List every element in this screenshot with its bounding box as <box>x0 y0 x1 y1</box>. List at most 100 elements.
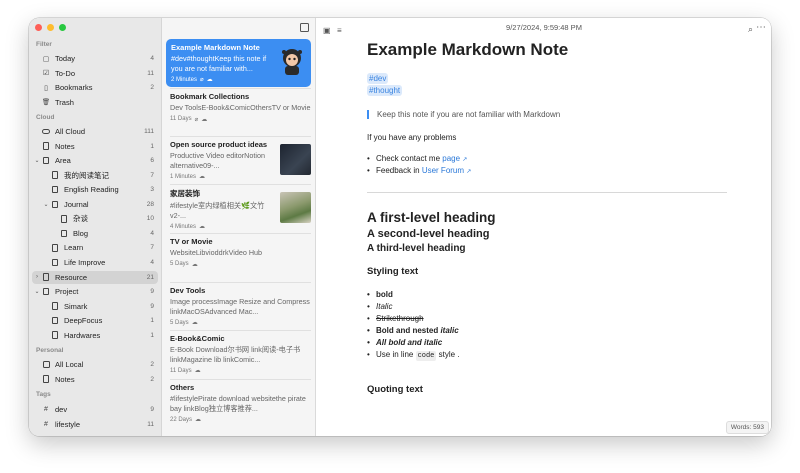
note-list-item[interactable]: Bookmark Collections Dev ToolsE-Book&Comi… <box>170 92 311 123</box>
sidebar-item-deepfocus[interactable]: DeepFocus 1 <box>32 314 158 327</box>
search-icon[interactable]: ⌕ <box>748 24 753 35</box>
note-time: 11 Days <box>170 367 192 374</box>
sidebar-item-notes[interactable]: Notes 2 <box>32 373 158 386</box>
sidebar-item-label: To-Do <box>55 68 76 78</box>
sidebar-item-item[interactable]: 我的阅读笔记 7 <box>32 169 158 182</box>
inline-code: code <box>415 351 437 361</box>
pin-icon: ⌀ <box>194 116 199 123</box>
note-list: Example Markdown Note #dev#thoughtKeep th… <box>162 18 316 436</box>
note-list-item[interactable]: E-Book&Comic E-Book Download尔书网 link阅读-电子… <box>170 334 311 374</box>
app-window: Filter ▢ Today 4 ☑ To-Do 11 ▯ Bookmarks 2 🗑 Trash … <box>29 18 771 436</box>
note-time: 4 Minutes <box>170 223 197 230</box>
note-list-item[interactable]: Dev Tools Image processImage Resize and C… <box>170 286 311 326</box>
chevron-down-icon[interactable]: ⌄ <box>34 288 40 295</box>
sidebar-item-area[interactable]: ⌄ Area 6 <box>32 154 158 167</box>
sidebar-item-lifestyle[interactable]: # lifestyle 11 <box>32 418 158 431</box>
sidebar-item-label: Blog <box>73 228 89 238</box>
sidebar-item-label: Bookmarks <box>55 83 93 92</box>
list-divider <box>170 282 311 283</box>
tag-dev[interactable]: #dev <box>367 73 389 84</box>
document[interactable]: Example Markdown Note #dev #thought Keep… <box>367 40 727 395</box>
sidebar-item-count: 6 <box>150 157 154 165</box>
sidebar-item-label: dev <box>55 405 68 414</box>
note-title: E-Book&Comic <box>170 334 225 343</box>
sidebar-item-journal[interactable]: ⌄ Journal 28 <box>32 198 158 211</box>
sidebar-item-count: 28 <box>146 200 154 208</box>
minimize-window-button[interactable] <box>47 24 54 31</box>
note-list-item[interactable]: TV or Movie WebsiteLibvioddrkVideo Hub 5 D… <box>170 237 311 268</box>
sidebar-item-label: Simark <box>64 301 88 311</box>
heading-1: A first-level heading <box>367 210 496 225</box>
checkbox-icon: ☑ <box>42 70 50 77</box>
sidebar-item-label: Learn <box>64 243 84 253</box>
user-forum-link[interactable]: User Forum <box>422 166 464 175</box>
sidebar-item-simark[interactable]: Simark 9 <box>32 300 158 313</box>
note-title: Example Markdown Note <box>367 40 569 59</box>
note-list-item[interactable]: Open source product ideas Productive Vide… <box>170 140 311 180</box>
bold-item: bold <box>367 290 727 299</box>
cloud-sync-icon: ☁ <box>191 320 198 326</box>
note-summary: Image processImage Resize and Compress l… <box>170 297 310 316</box>
contact-item: Check contact me page ↗ <box>367 154 727 163</box>
list-divider <box>170 88 311 89</box>
sidebar-item-count: 9 <box>150 302 154 310</box>
list-divider <box>170 184 311 185</box>
sidebar-item-notes[interactable]: Notes 1 <box>32 140 158 153</box>
cloud-sync-icon: ☁ <box>195 417 202 423</box>
sidebar-item-today[interactable]: ▢ Today 4 <box>32 52 158 65</box>
inline-suffix: style . <box>436 350 460 359</box>
bold-nested-prefix: Bold and nested <box>376 326 441 335</box>
list-divider <box>170 330 311 331</box>
sidebar-item-trash[interactable]: 🗑 Trash <box>32 96 158 109</box>
sidebar-item-count: 21 <box>146 273 154 281</box>
sidebar-item-to-do[interactable]: ☑ To-Do 11 <box>32 67 158 80</box>
quoting-heading: Quoting text <box>367 384 423 395</box>
chevron-down-icon[interactable]: ⌄ <box>43 201 49 208</box>
contact-page-link[interactable]: page <box>442 154 460 163</box>
new-note-icon[interactable] <box>300 23 309 32</box>
cloud-icon <box>42 128 50 136</box>
close-window-button[interactable] <box>35 24 42 31</box>
sidebar-item-hardwares[interactable]: Hardwares 1 <box>32 329 158 342</box>
sidebar-item-bookmarks[interactable]: ▯ Bookmarks 2 <box>32 81 158 94</box>
note-summary: E-Book Download尔书网 link阅读-电子书 linkMagazi… <box>170 345 301 364</box>
sidebar-item-all-cloud[interactable]: All Cloud 111 <box>32 125 158 138</box>
note-thumbnail-screenshot <box>280 144 311 175</box>
sidebar-item-resource[interactable]: › Resource 21 <box>32 270 158 284</box>
note-time: 5 Days <box>170 319 189 326</box>
cloud-sync-icon: ☁ <box>199 174 206 180</box>
cloud-sync-icon: ☁ <box>201 116 208 123</box>
chevron-down-icon[interactable]: ⌄ <box>34 157 40 164</box>
note-list-item[interactable]: Example Markdown Note #dev#thoughtKeep th… <box>166 39 311 87</box>
more-icon[interactable]: ⋯ <box>756 22 766 33</box>
sidebar-item-label: Today <box>55 54 76 63</box>
tag-thought[interactable]: #thought <box>367 85 403 96</box>
sidebar-item-label: All Cloud <box>55 127 86 136</box>
sidebar-item-label: Notes <box>55 374 75 384</box>
cloud-sync-icon: ☁ <box>191 261 198 268</box>
sidebar-item-learn[interactable]: Learn 7 <box>32 241 158 254</box>
sidebar-item-english-reading[interactable]: English Reading 3 <box>32 183 158 196</box>
bold-nested-item: Bold and nested italic <box>367 326 727 335</box>
sidebar-item-item[interactable]: 杂谈 10 <box>32 212 158 225</box>
sidebar-item-all-local[interactable]: All Local 2 <box>32 358 158 371</box>
sidebar-item-label: Trash <box>55 97 74 107</box>
sidebar-item-blog[interactable]: Blog 4 <box>32 227 158 240</box>
bookmark-icon: ▯ <box>44 84 48 92</box>
note-summary: WebsiteLibvioddrkVideo Hub <box>170 248 263 257</box>
sidebar-item-project[interactable]: ⌄ Project 9 <box>32 285 158 298</box>
sidebar-item-label: lifestyle <box>55 419 81 429</box>
italic-item: Italic <box>367 302 727 311</box>
note-list-item[interactable]: 家居装饰 #lifestyle室内绿植相关🌿文竹 v2-... 4 Minutes ☁ <box>170 188 311 230</box>
zoom-window-button[interactable] <box>59 24 66 31</box>
sidebar-item-dev[interactable]: # dev 9 <box>32 403 158 416</box>
sidebar-item-life-improve[interactable]: Life Improve 4 <box>32 256 158 269</box>
note-title: TV or Movie <box>170 237 213 246</box>
sidebar-item-label: Journal <box>64 199 89 209</box>
notebook-icon <box>42 142 50 150</box>
chevron-right-icon[interactable]: › <box>34 274 40 280</box>
inline-prefix: Use in line <box>376 350 416 359</box>
note-list-item[interactable]: Others #lifestylePirate download websitet… <box>170 383 311 423</box>
sidebar-item-count: 1 <box>150 317 154 325</box>
notebook-icon <box>51 302 59 310</box>
